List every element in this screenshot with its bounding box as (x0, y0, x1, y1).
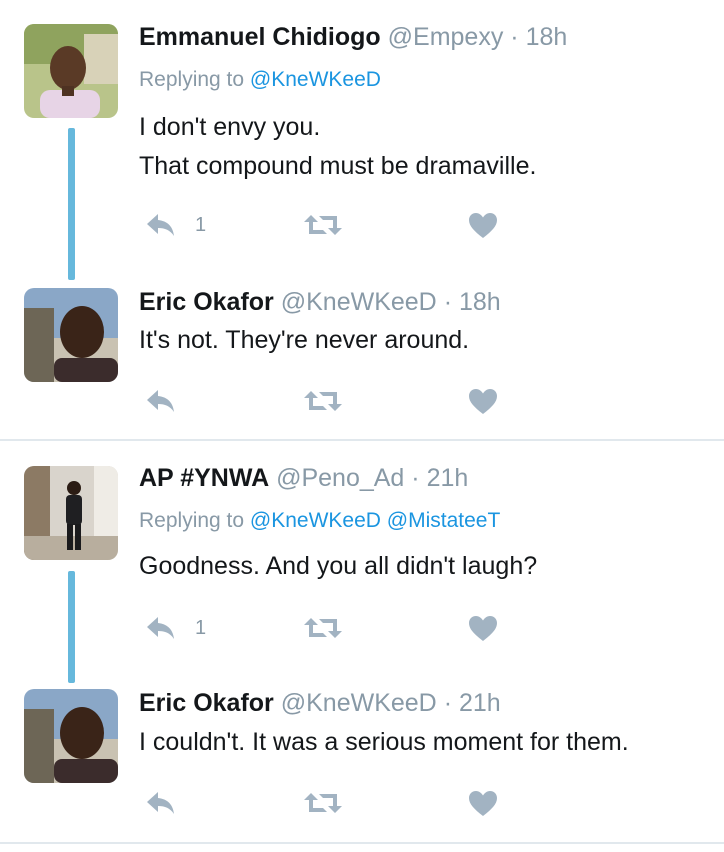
like-button[interactable] (468, 788, 498, 818)
tweet-header: Emmanuel Chidiogo @Empexy · 18h (139, 22, 567, 52)
tweet-actions: 1 (145, 613, 505, 643)
tweet-header: Eric Okafor @KneWKeeD · 18h (139, 287, 501, 317)
heart-icon (468, 212, 498, 239)
reply-button[interactable] (145, 788, 177, 818)
replying-to: Replying to @KneWKeeD (139, 67, 381, 93)
tweet-text-line: Goodness. And you all didn't laugh? (139, 552, 538, 580)
tweet-text: It's not. They're never around. (139, 321, 469, 360)
tweet-text: I couldn't. It was a serious moment for … (139, 723, 629, 762)
display-name[interactable]: Eric Okafor (139, 689, 274, 717)
timestamp[interactable]: 18h (526, 23, 568, 51)
replying-to-label: Replying to (139, 68, 245, 91)
mention-link[interactable]: @MistateeT (387, 509, 501, 532)
like-button[interactable] (468, 613, 498, 643)
avatar[interactable] (24, 24, 118, 118)
tweet-text-line: That compound must be dramaville. (139, 152, 537, 180)
user-handle[interactable]: @KneWKeeD (281, 288, 437, 316)
tweet-text-line: It's not. They're never around. (139, 326, 470, 354)
tweet-actions (145, 788, 505, 818)
replying-to: Replying to @KneWKeeD @MistateeT (139, 508, 500, 534)
tweet-text: Goodness. And you all didn't laugh? (139, 547, 537, 586)
retweet-icon (303, 615, 343, 641)
reply-count: 1 (195, 616, 207, 639)
reply-button[interactable] (145, 386, 177, 416)
heart-icon (468, 615, 498, 642)
tweet[interactable]: Emmanuel Chidiogo @Empexy · 18h Replying… (0, 0, 724, 280)
separator-dot: · (443, 689, 453, 717)
timestamp[interactable]: 21h (427, 464, 469, 492)
user-handle[interactable]: @Empexy (388, 23, 504, 51)
tweet-text-line: I couldn't. It was a serious moment for … (139, 728, 629, 756)
mention-link[interactable]: @KneWKeeD (250, 68, 381, 91)
tweet[interactable]: AP #YNWA @Peno_Ad · 21h Replying to @Kne… (0, 441, 724, 683)
display-name[interactable]: Emmanuel Chidiogo (139, 23, 381, 51)
timestamp[interactable]: 18h (459, 288, 501, 316)
mention-link[interactable]: @KneWKeeD (250, 509, 381, 532)
retweet-button[interactable] (303, 788, 343, 818)
timestamp[interactable]: 21h (459, 689, 501, 717)
tweet-text: I don't envy you. That compound must be … (139, 108, 536, 186)
retweet-button[interactable] (303, 613, 343, 643)
tweet-header: AP #YNWA @Peno_Ad · 21h (139, 463, 468, 493)
avatar[interactable] (24, 689, 118, 783)
thread-connector-line (68, 128, 75, 280)
like-button[interactable] (468, 210, 498, 240)
separator-dot: · (443, 288, 453, 316)
reply-icon (145, 212, 177, 238)
replying-to-label: Replying to (139, 509, 245, 532)
heart-icon (468, 388, 498, 415)
thread-connector-line (68, 571, 75, 683)
user-handle[interactable]: @KneWKeeD (281, 689, 437, 717)
like-button[interactable] (468, 386, 498, 416)
display-name[interactable]: Eric Okafor (139, 288, 274, 316)
tweet[interactable]: Eric Okafor @KneWKeeD · 21h I couldn't. … (0, 681, 724, 841)
tweet-actions: 1 (145, 210, 505, 240)
conversation-divider (0, 842, 724, 844)
reply-icon (145, 790, 177, 816)
reply-button[interactable]: 1 (145, 613, 206, 643)
retweet-button[interactable] (303, 386, 343, 416)
reply-button[interactable]: 1 (145, 210, 206, 240)
separator-dot: · (411, 464, 420, 492)
avatar[interactable] (24, 288, 118, 382)
tweet[interactable]: Eric Okafor @KneWKeeD · 18h It's not. Th… (0, 280, 724, 440)
tweet-text-line: I don't envy you. (139, 113, 321, 141)
retweet-button[interactable] (303, 210, 343, 240)
retweet-icon (303, 212, 343, 238)
reply-icon (145, 388, 177, 414)
retweet-icon (303, 790, 343, 816)
reply-icon (145, 615, 177, 641)
display-name[interactable]: AP #YNWA (139, 464, 269, 492)
avatar[interactable] (24, 466, 118, 560)
heart-icon (468, 790, 498, 817)
tweet-actions (145, 386, 505, 416)
user-handle[interactable]: @Peno_Ad (276, 464, 404, 492)
retweet-icon (303, 388, 343, 414)
tweet-header: Eric Okafor @KneWKeeD · 21h (139, 688, 501, 718)
reply-count: 1 (195, 213, 207, 236)
separator-dot: · (510, 23, 519, 51)
